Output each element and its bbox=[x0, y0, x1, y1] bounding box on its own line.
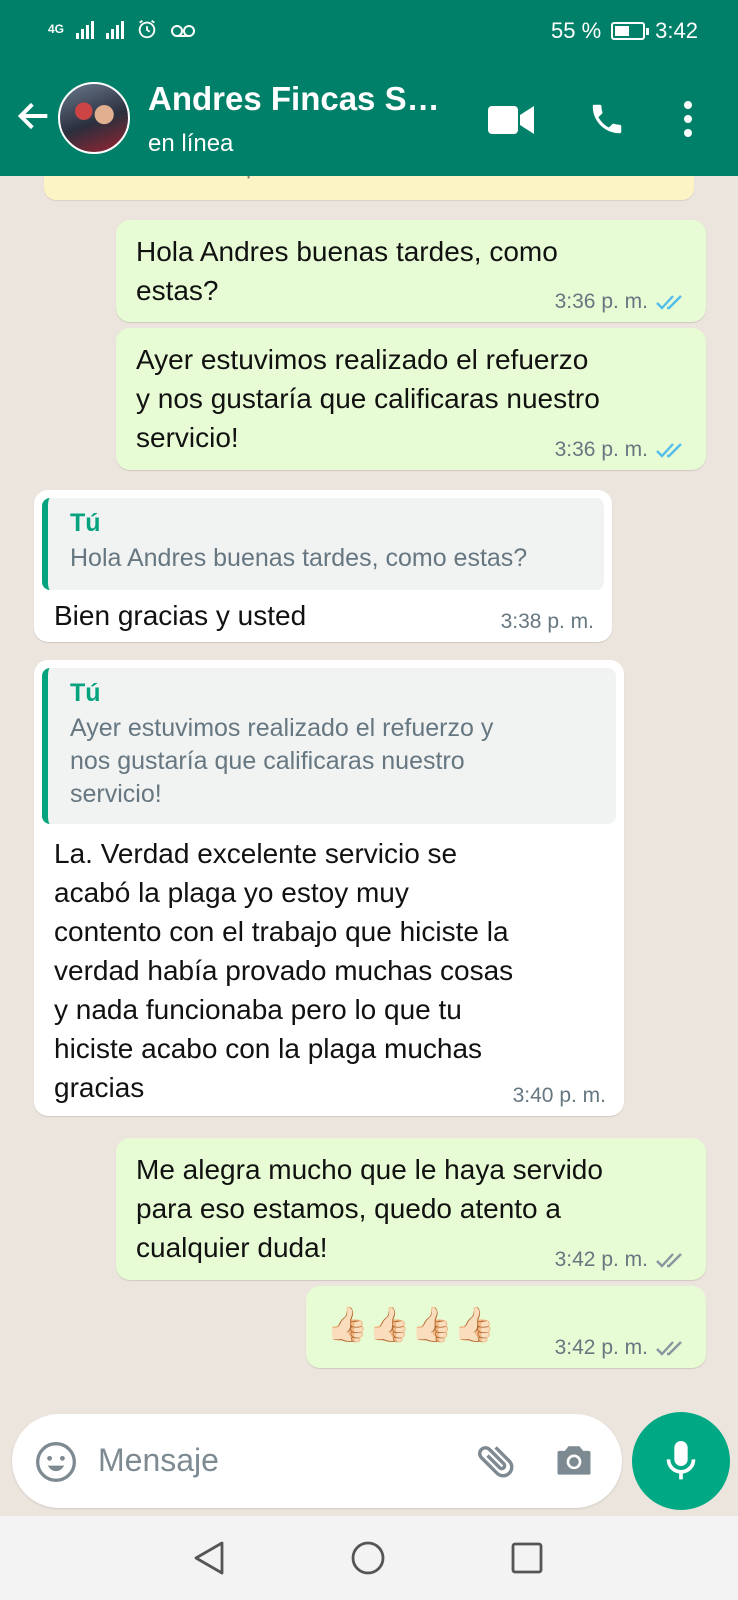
message-incoming[interactable]: Tú Ayer estuvimos realizado el refuerzo … bbox=[34, 660, 624, 1116]
message-text: La. Verdad excelente servicio se acabó l… bbox=[54, 838, 514, 1103]
battery-icon bbox=[611, 22, 650, 40]
message-meta: 3:36 p. m. bbox=[555, 438, 688, 462]
message-input[interactable]: Mensaje bbox=[98, 1442, 219, 1479]
message-time: 3:36 p. m. bbox=[554, 438, 648, 461]
nav-back-icon[interactable] bbox=[192, 1540, 226, 1576]
reply-quote[interactable]: Tú Ayer estuvimos realizado el refuerzo … bbox=[42, 668, 616, 824]
message-text: Ayer estuvimos realizado el refuerzo y n… bbox=[136, 344, 600, 453]
quote-author: Tú bbox=[70, 509, 101, 537]
status-bar: 4G 55 % 3:42 bbox=[0, 0, 738, 62]
emoji-icon[interactable] bbox=[34, 1440, 78, 1484]
message-outgoing[interactable]: Me alegra mucho que le haya servido para… bbox=[116, 1138, 706, 1280]
voicemail-icon bbox=[171, 25, 196, 37]
system-nav-bar bbox=[0, 1516, 738, 1600]
thumbs-up-emojis: 👍🏻👍🏻👍🏻👍🏻 bbox=[326, 1306, 496, 1344]
message-text: Hola Andres buenas tardes, como estas? bbox=[136, 236, 558, 306]
battery-percent: 55 % bbox=[551, 18, 602, 43]
nav-home-icon[interactable] bbox=[350, 1540, 386, 1576]
message-meta: 3:40 p. m. bbox=[513, 1084, 606, 1108]
more-vert-icon[interactable] bbox=[682, 100, 694, 138]
nav-recents-icon[interactable] bbox=[510, 1541, 544, 1575]
signal-icon-2 bbox=[106, 19, 125, 39]
quote-text: Ayer estuvimos realizado el refuerzo y n… bbox=[70, 714, 494, 808]
message-meta: 3:42 p. m. bbox=[555, 1336, 688, 1360]
app-header: 4G 55 % 3:42 Andres Fincas S… en línea bbox=[0, 0, 738, 176]
message-outgoing[interactable]: Hola Andres buenas tardes, como estas? 3… bbox=[116, 220, 706, 322]
signal-icon bbox=[76, 19, 95, 39]
emoji-row: 👍🏻👍🏻👍🏻👍🏻 bbox=[326, 1300, 495, 1350]
message-time: 3:40 p. m. bbox=[512, 1084, 606, 1107]
message-time: 3:38 p. m. bbox=[500, 610, 594, 633]
chat-area[interactable]: Toca para obtener más información. Hola … bbox=[0, 176, 738, 1406]
reply-quote[interactable]: Tú Hola Andres buenas tardes, como estas… bbox=[42, 498, 604, 590]
delivered-ticks-icon bbox=[656, 1253, 682, 1268]
message-composer[interactable]: Mensaje bbox=[12, 1414, 622, 1508]
message-text: Me alegra mucho que le haya servido para… bbox=[136, 1154, 603, 1263]
phone-icon[interactable] bbox=[588, 100, 626, 138]
mic-button[interactable] bbox=[632, 1412, 730, 1510]
message-time: 3:36 p. m. bbox=[554, 290, 648, 313]
read-ticks-icon bbox=[656, 443, 682, 458]
attach-icon[interactable] bbox=[474, 1438, 520, 1484]
contact-status: en línea bbox=[148, 130, 234, 157]
read-ticks-icon bbox=[656, 295, 682, 310]
message-time: 3:42 p. m. bbox=[554, 1248, 648, 1271]
network-label: 4G bbox=[48, 22, 65, 36]
alarm-icon bbox=[138, 19, 156, 39]
message-time: 3:42 p. m. bbox=[554, 1336, 648, 1359]
message-outgoing-emoji[interactable]: 👍🏻👍🏻👍🏻👍🏻 3:42 p. m. bbox=[306, 1286, 706, 1368]
quote-author: Tú bbox=[70, 679, 101, 707]
encryption-banner[interactable]: Toca para obtener más información. bbox=[44, 176, 694, 200]
contact-avatar[interactable] bbox=[58, 82, 130, 154]
camera-icon[interactable] bbox=[552, 1438, 596, 1482]
message-meta: 3:42 p. m. bbox=[555, 1248, 688, 1272]
quote-text: Hola Andres buenas tardes, como estas? bbox=[70, 544, 528, 572]
delivered-ticks-icon bbox=[656, 1341, 682, 1356]
message-incoming[interactable]: Tú Hola Andres buenas tardes, como estas… bbox=[34, 490, 612, 642]
back-arrow-icon[interactable] bbox=[14, 96, 54, 136]
message-text: Bien gracias y usted bbox=[54, 600, 307, 631]
message-outgoing[interactable]: Ayer estuvimos realizado el refuerzo y n… bbox=[116, 328, 706, 470]
contact-name[interactable]: Andres Fincas S… bbox=[148, 80, 440, 118]
video-call-icon[interactable] bbox=[488, 104, 534, 136]
message-meta: 3:38 p. m. bbox=[501, 610, 594, 634]
message-meta: 3:36 p. m. bbox=[555, 290, 688, 314]
clock: 3:42 bbox=[655, 18, 698, 43]
mic-icon bbox=[666, 1441, 696, 1480]
